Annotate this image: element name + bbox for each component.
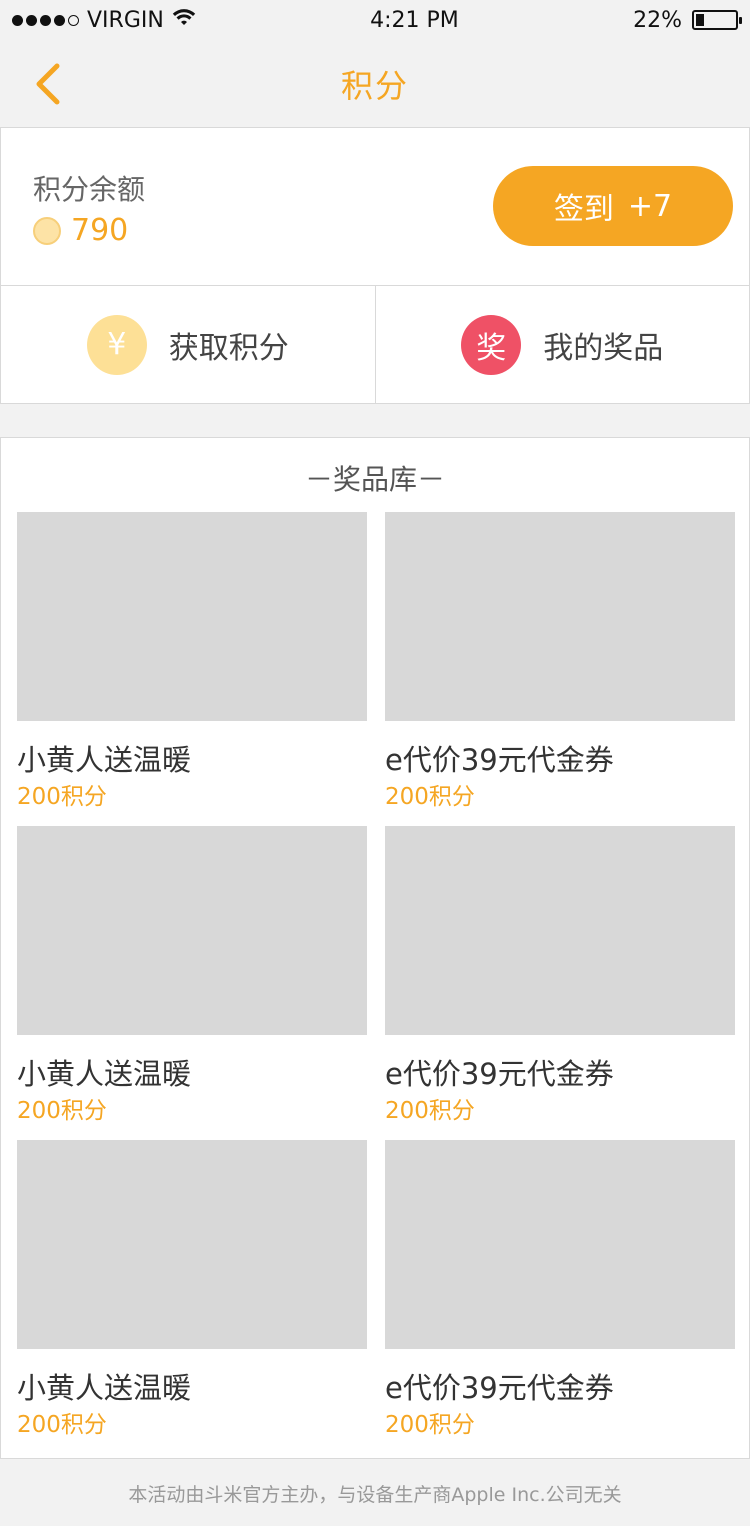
balance-card: 积分余额 790 签到 +7 bbox=[0, 127, 750, 286]
prize-image bbox=[385, 826, 735, 1035]
coin-icon bbox=[33, 216, 61, 245]
carrier-name: VIRGIN bbox=[87, 7, 164, 33]
prize-image bbox=[385, 512, 735, 721]
prize-points: 200积分 bbox=[385, 1098, 475, 1124]
status-time: 4:21 PM bbox=[370, 7, 459, 33]
status-right: 22% bbox=[633, 7, 742, 33]
prize-image bbox=[17, 826, 367, 1035]
prize-points: 200积分 bbox=[17, 1412, 107, 1438]
balance-label: 积分余额 bbox=[33, 173, 146, 206]
signin-label: 签到 bbox=[553, 192, 614, 227]
prize-card[interactable]: e代价39元代金券 200积分 bbox=[385, 1140, 735, 1454]
action-row: ¥ 获取积分 奖 我的奖品 bbox=[0, 286, 750, 404]
balance-value: 790 bbox=[71, 213, 129, 248]
balance-row: 790 bbox=[33, 213, 128, 248]
prize-points: 200积分 bbox=[385, 784, 475, 810]
status-bar: VIRGIN 4:21 PM 22% bbox=[0, 0, 750, 40]
prize-points: 200积分 bbox=[385, 1412, 475, 1438]
prize-points: 200积分 bbox=[17, 784, 107, 810]
prize-image bbox=[385, 1140, 735, 1349]
prize-name: 小黄人送温暖 bbox=[17, 1057, 192, 1091]
prize-card[interactable]: 小黄人送温暖 200积分 bbox=[17, 826, 367, 1140]
prize-library: －奖品库－ 小黄人送温暖 200积分 e代价39元代金券 200积分 小黄人送温… bbox=[0, 437, 750, 1459]
wifi-icon bbox=[172, 8, 196, 33]
signal-strength-icon bbox=[12, 14, 79, 26]
prize-image bbox=[17, 1140, 367, 1349]
prize-name: e代价39元代金券 bbox=[385, 1371, 614, 1405]
nav-bar: 积分 bbox=[0, 40, 750, 128]
my-prizes-label: 我的奖品 bbox=[543, 330, 664, 366]
my-prizes-button[interactable]: 奖 我的奖品 bbox=[374, 286, 750, 403]
battery-percent: 22% bbox=[633, 7, 682, 33]
prize-name: 小黄人送温暖 bbox=[17, 743, 192, 777]
library-title: －奖品库－ bbox=[304, 463, 445, 496]
prize-icon: 奖 bbox=[461, 314, 522, 375]
get-points-button[interactable]: ¥ 获取积分 bbox=[1, 286, 375, 403]
prize-card[interactable]: 小黄人送温暖 200积分 bbox=[17, 512, 367, 826]
footer-disclaimer: 本活动由斗米官方主办，与设备生产商Apple Inc.公司无关 bbox=[128, 1484, 622, 1506]
signin-bonus: +7 bbox=[627, 188, 673, 224]
prize-name: e代价39元代金券 bbox=[385, 743, 614, 777]
prize-grid: 小黄人送温暖 200积分 e代价39元代金券 200积分 小黄人送温暖 200积… bbox=[17, 512, 735, 1454]
status-left: VIRGIN bbox=[12, 8, 196, 33]
get-points-label: 获取积分 bbox=[168, 330, 289, 366]
chevron-left-icon bbox=[36, 63, 60, 105]
prize-points: 200积分 bbox=[17, 1098, 107, 1124]
prize-image bbox=[17, 512, 367, 721]
battery-icon bbox=[691, 10, 742, 30]
signin-button[interactable]: 签到 +7 bbox=[493, 166, 733, 246]
prize-card[interactable]: e代价39元代金券 200积分 bbox=[385, 826, 735, 1140]
prize-name: e代价39元代金券 bbox=[385, 1057, 614, 1091]
prize-card[interactable]: 小黄人送温暖 200积分 bbox=[17, 1140, 367, 1454]
prize-card[interactable]: e代价39元代金券 200积分 bbox=[385, 512, 735, 826]
yen-icon: ¥ bbox=[86, 314, 147, 375]
prize-name: 小黄人送温暖 bbox=[17, 1371, 192, 1405]
back-button[interactable] bbox=[28, 62, 68, 106]
page-title: 积分 bbox=[340, 67, 409, 105]
